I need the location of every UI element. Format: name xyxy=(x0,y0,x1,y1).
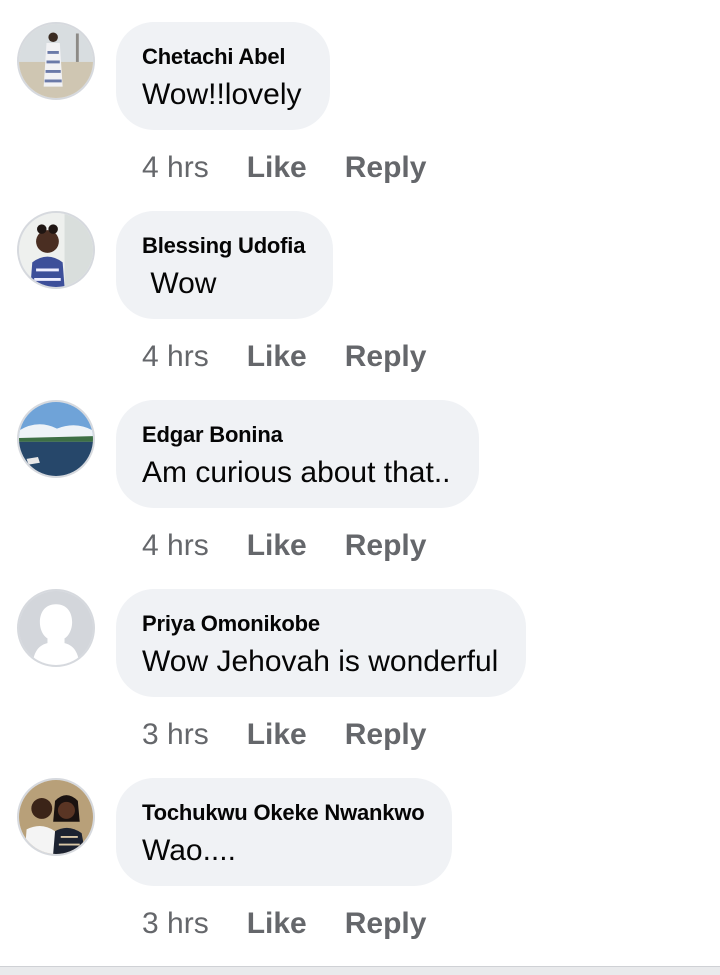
reply-button[interactable]: Reply xyxy=(345,151,427,185)
reply-button[interactable]: Reply xyxy=(345,907,427,941)
comment-actions: 3 hrs Like Reply xyxy=(142,904,464,944)
like-button[interactable]: Like xyxy=(247,907,307,941)
like-button[interactable]: Like xyxy=(247,529,307,563)
comment-bubble: Tochukwu Okeke Nwankwo Wao.... xyxy=(116,778,453,886)
comment-bubble: Blessing Udofia Wow xyxy=(116,211,334,319)
comment-timestamp[interactable]: 3 hrs xyxy=(142,718,209,752)
avatar[interactable] xyxy=(17,400,95,478)
comment-text: Wow Jehovah is wonderful xyxy=(142,645,499,678)
comment-timestamp[interactable]: 4 hrs xyxy=(142,340,209,374)
comment-actions: 4 hrs Like Reply xyxy=(142,526,464,566)
comment-item: Priya Omonikobe Wow Jehovah is wonderful… xyxy=(0,567,720,756)
comment-author[interactable]: Edgar Bonina xyxy=(142,422,451,448)
avatar[interactable] xyxy=(17,22,95,100)
comment-actions: 4 hrs Like Reply xyxy=(142,148,464,188)
comment-bubble: Chetachi Abel Wow!!lovely xyxy=(116,22,330,130)
avatar[interactable] xyxy=(17,211,95,289)
comment-item: Blessing Udofia Wow 4 hrs Like Reply xyxy=(0,189,720,378)
like-button[interactable]: Like xyxy=(247,718,307,752)
comment-timestamp[interactable]: 4 hrs xyxy=(142,529,209,563)
comment-item: Chetachi Abel Wow!!lovely 4 hrs Like Rep… xyxy=(0,0,720,189)
reply-button[interactable]: Reply xyxy=(345,340,427,374)
comment-actions: 3 hrs Like Reply xyxy=(142,715,464,755)
comment-item: Edgar Bonina Am curious about that.. 4 h… xyxy=(0,378,720,567)
like-button[interactable]: Like xyxy=(247,151,307,185)
comment-text: Wow xyxy=(142,267,217,300)
like-button[interactable]: Like xyxy=(247,340,307,374)
avatar[interactable] xyxy=(17,589,95,667)
comment-author[interactable]: Priya Omonikobe xyxy=(142,611,498,637)
comment-author[interactable]: Blessing Udofia xyxy=(142,233,305,259)
comment-bubble: Priya Omonikobe Wow Jehovah is wonderful xyxy=(116,589,527,697)
comment-author[interactable]: Chetachi Abel xyxy=(142,44,302,70)
comment-text: Wow!!lovely xyxy=(142,78,302,111)
comment-text: Am curious about that.. xyxy=(142,456,451,489)
reply-button[interactable]: Reply xyxy=(345,529,427,563)
comment-author[interactable]: Tochukwu Okeke Nwankwo xyxy=(142,800,425,826)
reply-button[interactable]: Reply xyxy=(345,718,427,752)
comment-bubble: Edgar Bonina Am curious about that.. xyxy=(116,400,479,508)
comment-timestamp[interactable]: 3 hrs xyxy=(142,907,209,941)
avatar[interactable] xyxy=(17,778,95,856)
comment-item: Tochukwu Okeke Nwankwo Wao.... 3 hrs Lik… xyxy=(0,756,720,945)
comment-timestamp[interactable]: 4 hrs xyxy=(142,151,209,185)
comment-actions: 4 hrs Like Reply xyxy=(142,337,464,377)
comment-text: Wao.... xyxy=(142,834,236,867)
